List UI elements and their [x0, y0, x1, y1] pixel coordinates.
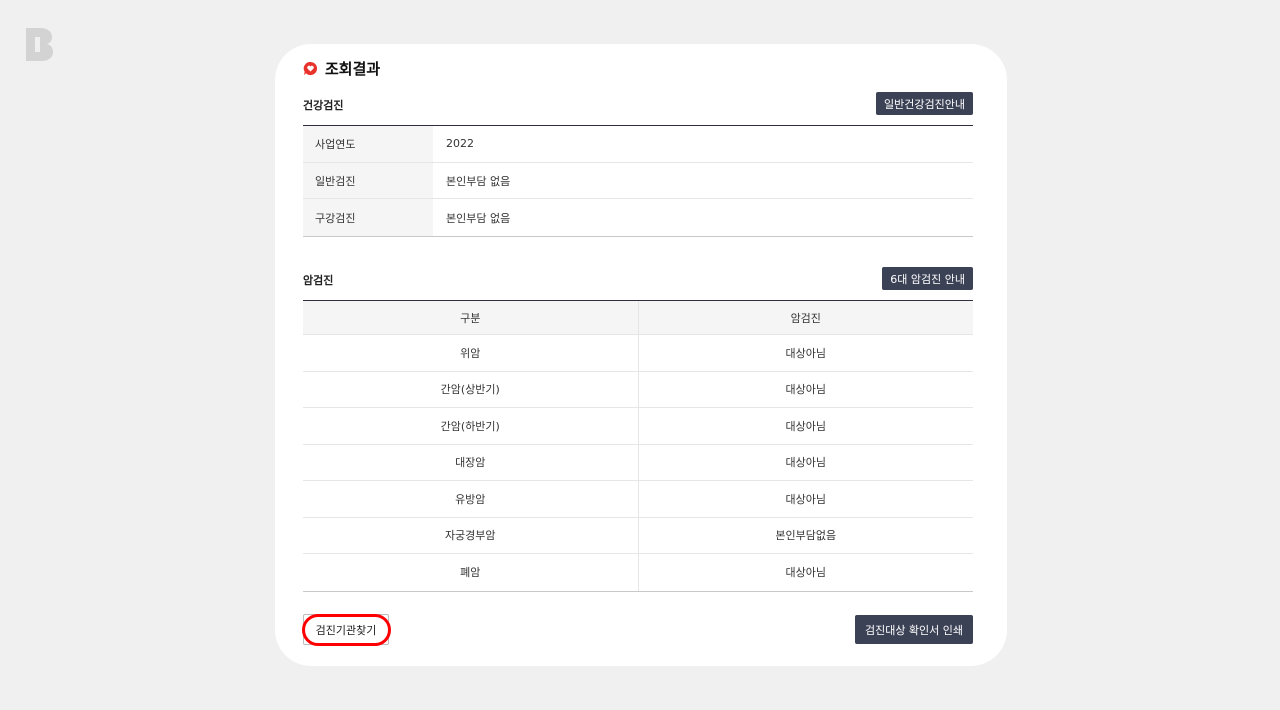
table-row: 대장암 대상아님 [303, 444, 973, 481]
result-header: 조회결과 [303, 58, 380, 79]
cancer-type: 간암(상반기) [303, 371, 639, 407]
table-row: 유방암 대상아님 [303, 481, 973, 518]
heart-speech-bubble-icon [303, 61, 318, 76]
cancer-status: 대상아님 [785, 566, 826, 580]
health-section-header: 건강검진 일반건강검진안내 [303, 92, 973, 115]
table-row: 간암(하반기) 대상아님 [303, 408, 973, 445]
table-row: 간암(상반기) 대상아님 [303, 371, 973, 408]
health-table: 사업연도 2022 일반검진 본인부담 없음 구강검진 본인부담 없음 [303, 125, 973, 238]
result-title: 조회결과 [325, 60, 381, 78]
cancer-type: 위암 [303, 335, 639, 371]
row-value: 2022 [446, 137, 474, 151]
table-row: 자궁경부암 본인부담없음 [303, 517, 973, 554]
cancer-status: 대상아님 [785, 346, 826, 360]
table-row: 사업연도 2022 [303, 126, 973, 163]
b-logo-icon [26, 28, 53, 61]
column-header-category: 구분 [303, 301, 639, 334]
cancer-type: 대장암 [303, 444, 639, 480]
result-card: 조회결과 건강검진 일반건강검진안내 사업연도 2022 일반검진 본인부담 없… [275, 44, 1007, 666]
cancer-status: 대상아님 [785, 492, 826, 506]
cancer-type: 자궁경부암 [303, 517, 639, 553]
print-confirmation-button[interactable]: 검진대상 확인서 인쇄 [855, 615, 973, 644]
cancer-type: 폐암 [303, 554, 639, 591]
table-row: 구강검진 본인부담 없음 [303, 199, 973, 237]
cancer-status: 대상아님 [785, 383, 826, 397]
health-section-label: 건강검진 [303, 99, 344, 112]
cancer-table: 구분 암검진 위암 대상아님 간암(상반기) 대상아님 간암(하반기) 대상아님… [303, 300, 973, 592]
table-header-row: 구분 암검진 [303, 301, 973, 335]
column-header-cancer-screening: 암검진 [790, 311, 821, 325]
cancer-type: 간암(하반기) [303, 408, 639, 444]
cancer-status: 대상아님 [785, 419, 826, 433]
table-row: 일반검진 본인부담 없음 [303, 162, 973, 200]
table-row: 폐암 대상아님 [303, 554, 973, 591]
cancer-section-label: 암검진 [303, 274, 334, 287]
cancer-status: 본인부담없음 [775, 529, 837, 543]
row-value: 본인부담 없음 [446, 174, 511, 188]
find-institution-button[interactable]: 검진기관찾기 [303, 614, 389, 645]
cancer-guide-button[interactable]: 6대 암검진 안내 [882, 267, 973, 290]
row-label: 일반검진 [303, 162, 433, 199]
general-health-guide-button[interactable]: 일반건강검진안내 [876, 92, 973, 115]
row-value: 본인부담 없음 [446, 211, 511, 225]
row-label: 사업연도 [303, 126, 433, 162]
row-label: 구강검진 [303, 199, 433, 237]
cancer-type: 유방암 [303, 481, 639, 517]
cancer-status: 대상아님 [785, 456, 826, 470]
table-row: 위암 대상아님 [303, 335, 973, 372]
cancer-section-header: 암검진 6대 암검진 안내 [303, 267, 973, 290]
